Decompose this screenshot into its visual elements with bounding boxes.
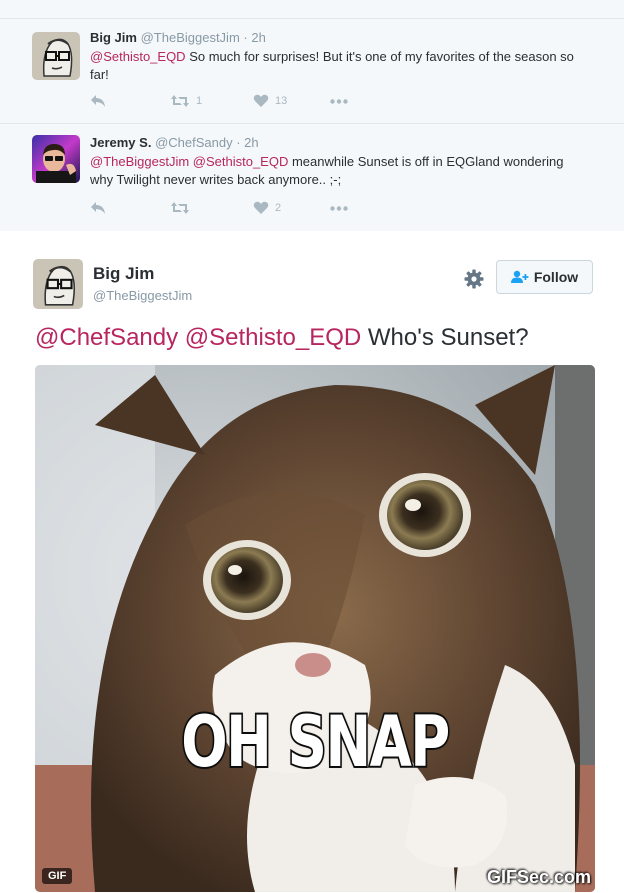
like-count: 2 <box>275 202 282 214</box>
heart-icon <box>253 201 269 214</box>
user-name[interactable]: Big Jim <box>90 30 137 45</box>
reply-button[interactable] <box>90 94 106 108</box>
reply-icon <box>91 202 105 214</box>
retweet-icon <box>171 95 189 107</box>
follow-label: Follow <box>533 269 579 285</box>
reply-tweet[interactable]: Big Jim @TheBiggestJim · 2h @Sethisto_EQ… <box>0 19 624 124</box>
watermark: GIFSec.com <box>486 867 591 887</box>
user-name[interactable]: Big Jim <box>93 264 154 284</box>
avatar[interactable] <box>32 135 80 183</box>
more-button[interactable] <box>330 99 348 104</box>
settings-button[interactable] <box>463 268 485 290</box>
avatar[interactable] <box>32 32 80 80</box>
user-handle[interactable]: @ChefSandy <box>155 135 233 150</box>
gear-icon <box>464 269 484 289</box>
retweet-button[interactable] <box>170 201 196 215</box>
previous-tweet-actions <box>0 0 624 19</box>
user-handle[interactable]: @TheBiggestJim <box>93 288 192 303</box>
tweet-header: Jeremy S. @ChefSandy · 2h <box>90 134 584 151</box>
add-user-icon <box>510 270 529 283</box>
reply-icon <box>91 95 105 107</box>
mention-link[interactable]: @TheBiggestJim @Sethisto_EQD <box>90 154 288 169</box>
retweet-button[interactable]: 1 <box>170 94 202 108</box>
more-icon <box>330 99 348 104</box>
user-name[interactable]: Jeremy S. <box>90 135 151 150</box>
tweet-text: @ChefSandy @Sethisto_EQD Who's Sunset? <box>35 323 529 353</box>
tweet-text: @Sethisto_EQD So much for surprises! But… <box>90 48 584 84</box>
mention-link[interactable]: @Sethisto_EQD <box>90 49 186 64</box>
main-tweet: Big Jim @TheBiggestJim Follow @ChefSandy… <box>0 231 624 893</box>
more-icon <box>330 206 348 211</box>
tweet-text: @TheBiggestJim @Sethisto_EQD meanwhile S… <box>90 153 584 189</box>
gif-badge: GIF <box>42 868 73 884</box>
mention-link[interactable]: @ChefSandy @Sethisto_EQD <box>35 324 361 351</box>
follow-button[interactable]: Follow <box>496 260 593 294</box>
tweet-header: Big Jim @TheBiggestJim · 2h <box>90 29 584 46</box>
user-handle[interactable]: @TheBiggestJim <box>141 30 240 45</box>
conversation-replies: Big Jim @TheBiggestJim · 2h @Sethisto_EQ… <box>0 0 624 231</box>
timestamp[interactable]: · 2h <box>236 135 258 150</box>
timestamp[interactable]: · 2h <box>243 30 265 45</box>
avatar[interactable] <box>33 259 83 309</box>
like-count: 13 <box>275 95 288 107</box>
gif-caption: OH SNAP <box>180 699 452 785</box>
retweet-count: 1 <box>196 95 203 107</box>
reply-button[interactable] <box>90 201 106 215</box>
more-button[interactable] <box>330 206 348 211</box>
like-button[interactable]: 13 <box>253 94 287 108</box>
heart-icon <box>253 94 269 107</box>
retweet-icon <box>171 202 189 214</box>
reply-tweet[interactable]: Jeremy S. @ChefSandy · 2h @TheBiggestJim… <box>0 124 624 231</box>
tweet-body: Who's Sunset? <box>361 324 529 351</box>
kitten-image <box>35 365 595 892</box>
gif-media[interactable]: OH SNAP GIF GIFSec.com <box>35 365 595 892</box>
like-button[interactable]: 2 <box>253 201 281 215</box>
